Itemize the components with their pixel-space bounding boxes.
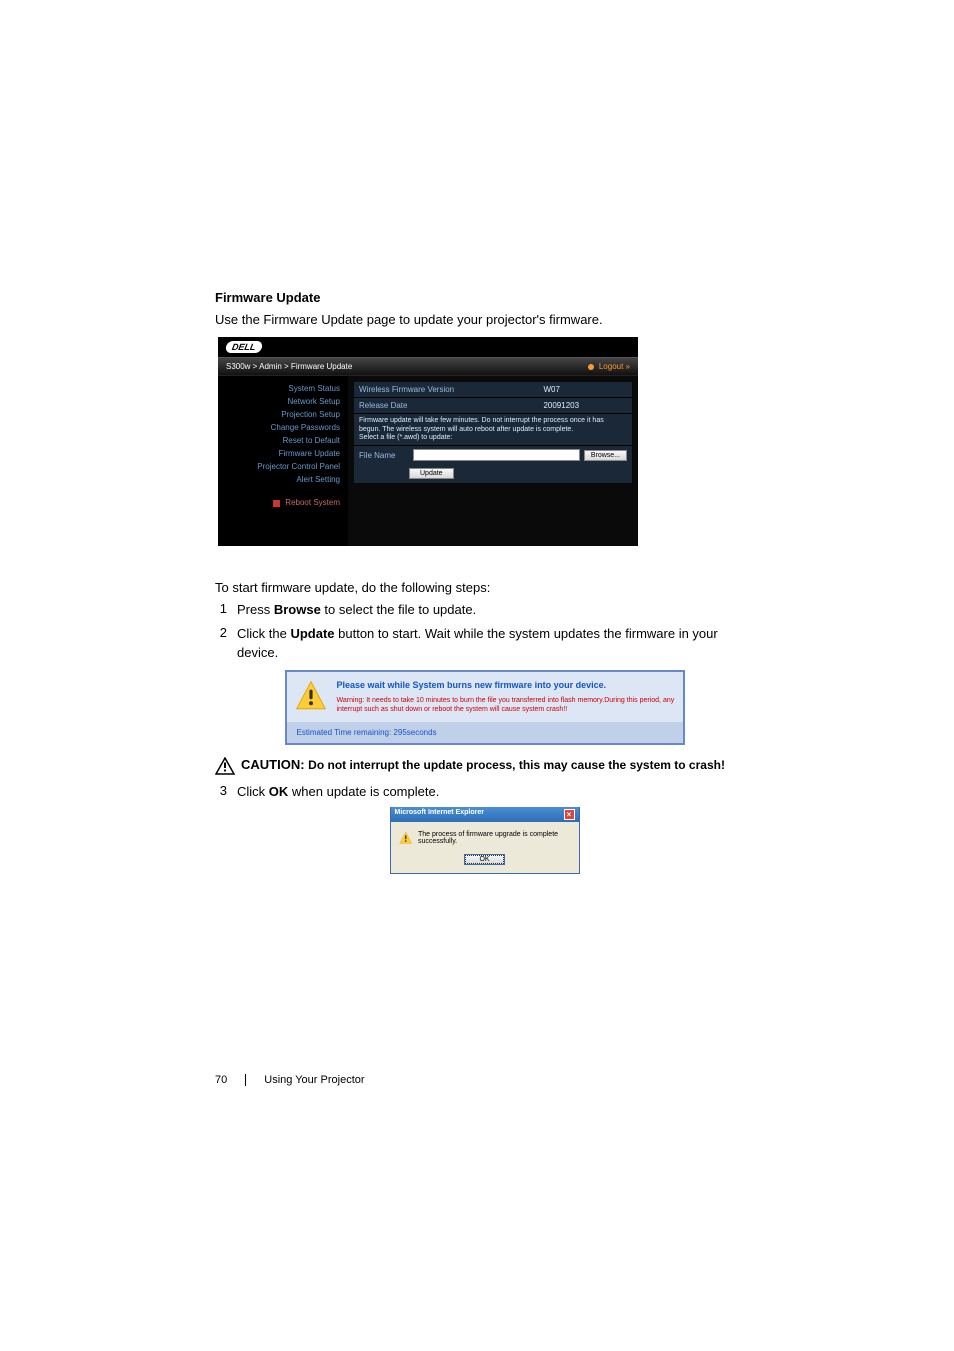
burn-dialog-estimated: Estimated Time remaining: 295seconds <box>287 722 683 743</box>
sidebar-item-firmware-update[interactable]: Firmware Update <box>226 447 340 460</box>
file-row: File Name Browse... <box>354 446 632 464</box>
sidebar-item-projection-setup[interactable]: Projection Setup <box>226 408 340 421</box>
admin-main: Wireless Firmware VersionW07 Release Dat… <box>348 376 638 546</box>
ok-dialog-title: Microsoft Internet Explorer <box>395 809 484 820</box>
intro-text: Use the Firmware Update page to update y… <box>215 311 754 329</box>
release-date-value: 20091203 <box>538 398 632 414</box>
alert-icon <box>399 830 412 846</box>
ok-dialog-titlebar: Microsoft Internet Explorer × <box>391 807 579 822</box>
file-name-label: File Name <box>359 451 409 460</box>
file-name-input[interactable] <box>413 449 580 461</box>
burn-dialog-title: Please wait while System burns new firmw… <box>337 680 675 690</box>
breadcrumb: S300w > Admin > Firmware Update <box>226 362 352 371</box>
caution-text: CAUTION: Do not interrupt the update pro… <box>241 757 754 775</box>
sidebar-item-reset-default[interactable]: Reset to Default <box>226 434 340 447</box>
logout-icon <box>588 364 594 370</box>
step-2-num: 2 <box>215 625 237 661</box>
fw-version-value: W07 <box>538 382 632 398</box>
release-date-label: Release Date <box>354 398 538 414</box>
logout-link[interactable]: Logout » <box>588 362 630 371</box>
step-2-text: Click the Update button to start. Wait w… <box>237 625 754 661</box>
fw-warning-text: Firmware update will take few minutes. D… <box>354 414 632 446</box>
burn-dialog-warning: Warning: It needs to take 10 minutes to … <box>337 696 675 714</box>
ok-dialog: Microsoft Internet Explorer × The proces… <box>390 807 580 874</box>
breadcrumb-bar: S300w > Admin > Firmware Update Logout » <box>218 357 638 376</box>
update-button[interactable]: Update <box>409 468 454 479</box>
dell-logo: DELL <box>225 341 263 353</box>
steps-intro: To start firmware update, do the followi… <box>215 580 754 595</box>
page-footer: 70 Using Your Projector <box>215 1074 754 1086</box>
burn-dialog: Please wait while System burns new firmw… <box>285 670 685 745</box>
caution-icon <box>215 757 235 775</box>
page-number: 70 <box>215 1074 227 1086</box>
ok-dialog-message: The process of firmware upgrade is compl… <box>418 831 571 845</box>
sidebar-item-system-status[interactable]: System Status <box>226 382 340 395</box>
sidebar-item-alert-setting[interactable]: Alert Setting <box>226 473 340 486</box>
reboot-icon <box>273 500 280 507</box>
footer-section: Using Your Projector <box>264 1074 364 1086</box>
step-3-num: 3 <box>215 783 237 801</box>
sidebar-item-change-passwords[interactable]: Change Passwords <box>226 421 340 434</box>
admin-sidebar: System Status Network Setup Projection S… <box>218 376 348 546</box>
sidebar-item-reboot[interactable]: Reboot System <box>226 496 340 509</box>
admin-screenshot: DELL S300w > Admin > Firmware Update Log… <box>218 337 638 568</box>
step-1-text: Press Browse to select the file to updat… <box>237 601 754 619</box>
dell-header: DELL <box>218 337 638 357</box>
section-title: Firmware Update <box>215 290 754 305</box>
step-1-num: 1 <box>215 601 237 619</box>
warning-icon <box>295 680 327 712</box>
ok-button[interactable]: OK <box>464 854 504 865</box>
browse-button[interactable]: Browse... <box>584 450 627 461</box>
sidebar-item-projector-control[interactable]: Projector Control Panel <box>226 460 340 473</box>
close-icon[interactable]: × <box>564 809 575 820</box>
step-3-text: Click OK when update is complete. <box>237 783 754 801</box>
sidebar-item-network-setup[interactable]: Network Setup <box>226 395 340 408</box>
fw-version-label: Wireless Firmware Version <box>354 382 538 398</box>
